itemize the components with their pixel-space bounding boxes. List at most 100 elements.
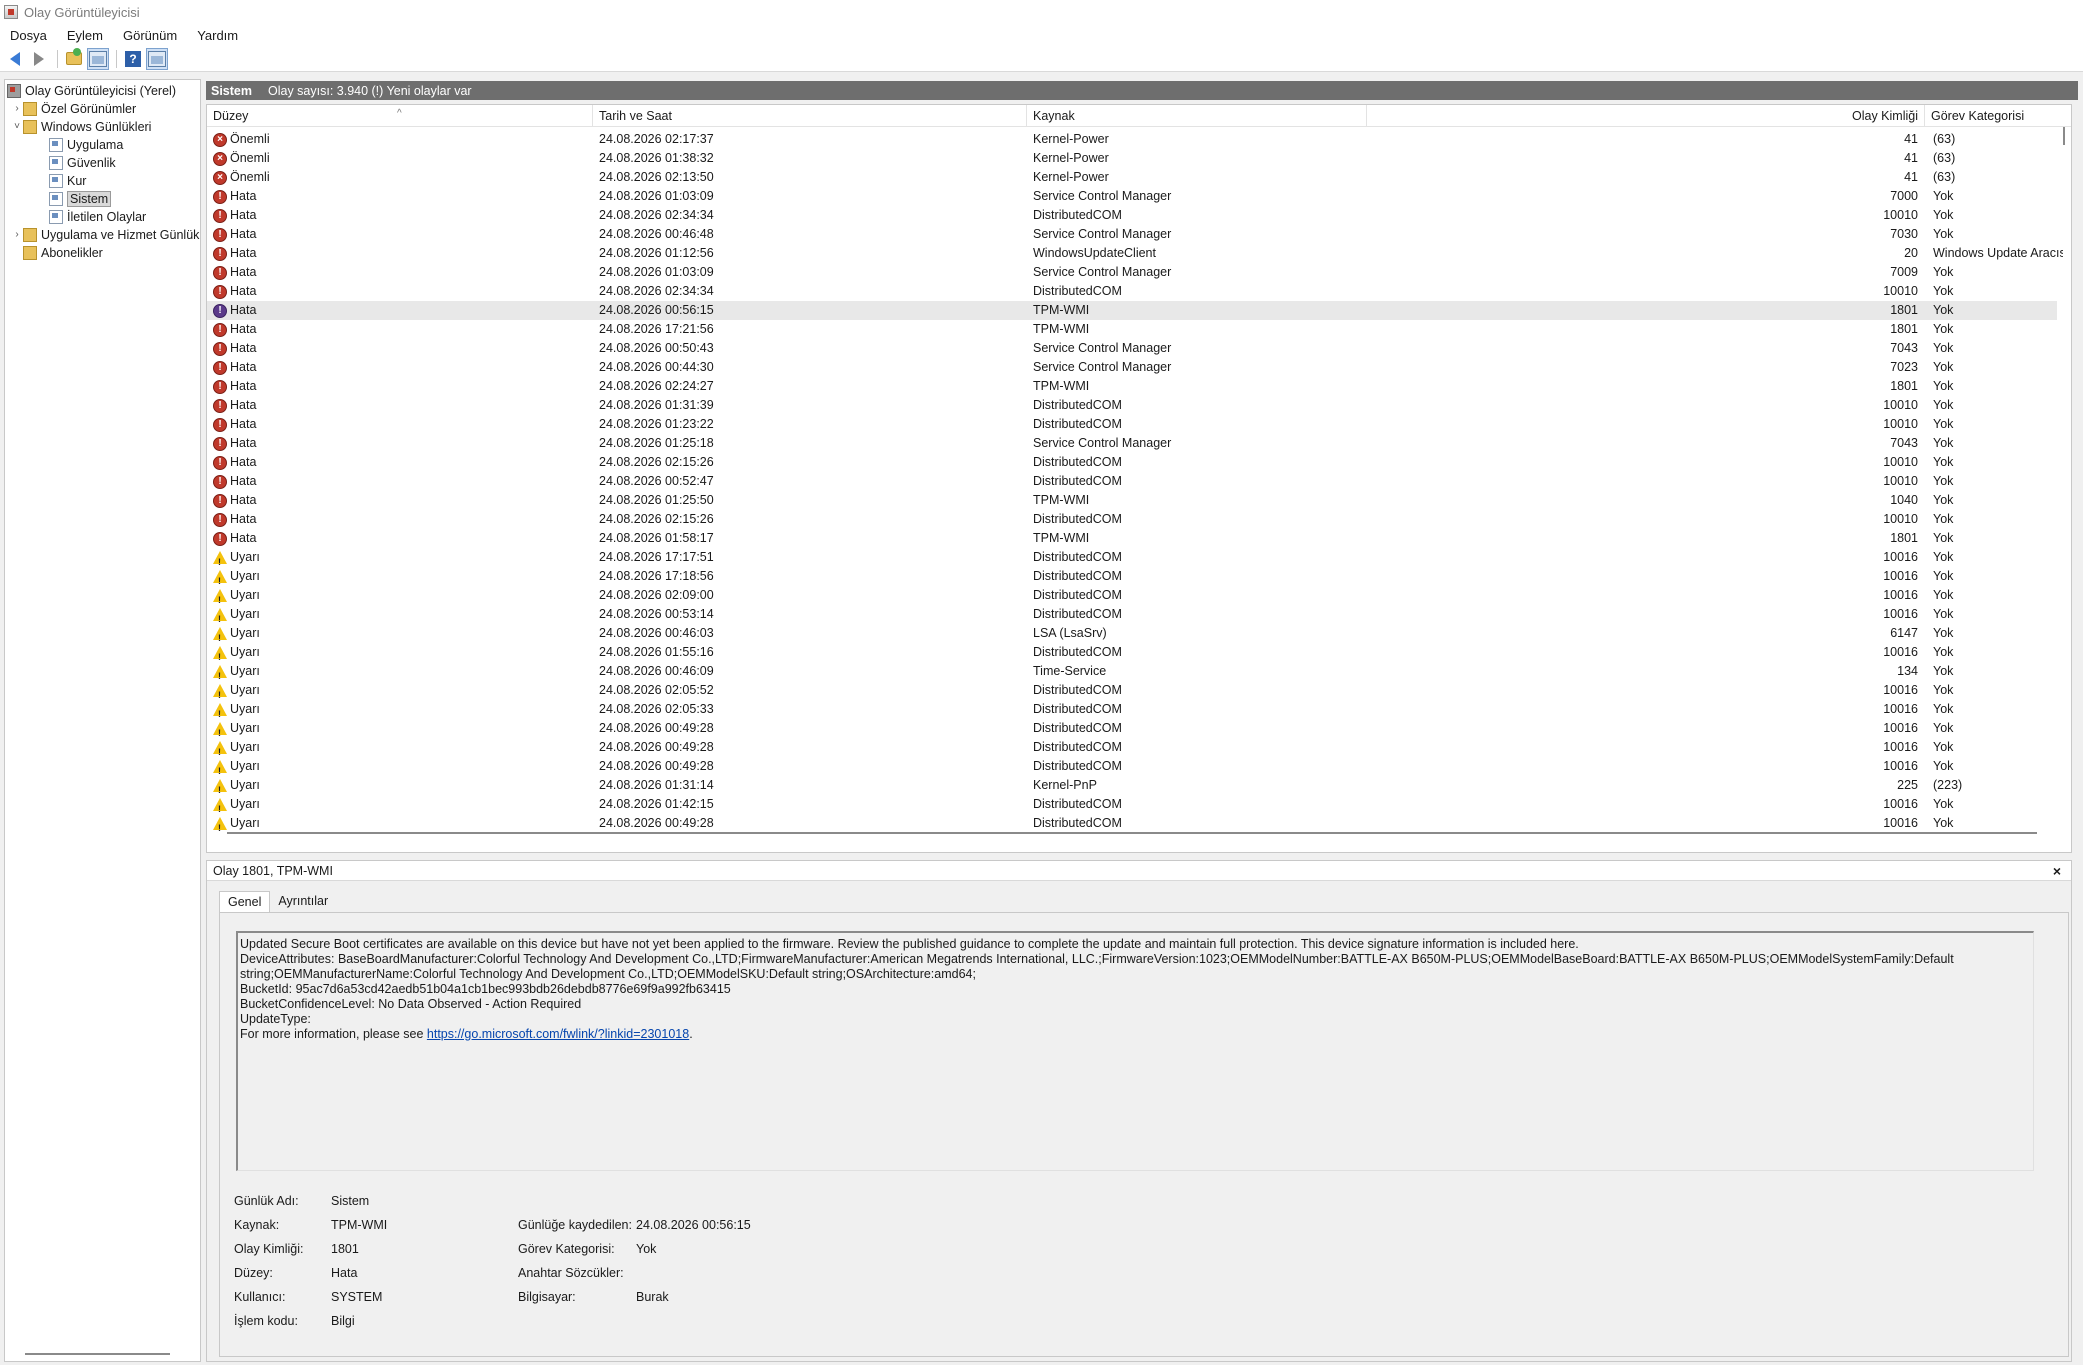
event-properties: Günlük Adı: Sistem Kaynak: TPM-WMI Günlü…: [234, 1194, 1134, 1344]
table-row[interactable]: ! Uyarı 24.08.2026 01:42:15 DistributedCOM 1…: [207, 795, 2057, 814]
table-row[interactable]: ! Uyarı 24.08.2026 02:09:00 DistributedCOM 1…: [207, 586, 2057, 605]
table-row[interactable]: ! Hata 24.08.2026 02:34:34 DistributedCOM 10…: [207, 282, 2057, 301]
menu-help[interactable]: Yardım: [197, 28, 238, 43]
show-hide-action-pane-button[interactable]: [146, 47, 168, 70]
table-row[interactable]: ! Hata 24.08.2026 01:58:17 TPM-WMI 1801 Yok: [207, 529, 2057, 548]
warning-icon: !: [213, 817, 227, 833]
tree-item-application[interactable]: Uygulama: [49, 136, 123, 153]
menu-view[interactable]: Görünüm: [123, 28, 177, 43]
table-row[interactable]: ! Hata 24.08.2026 00:56:15 TPM-WMI 1801 Yok: [207, 301, 2057, 320]
table-row[interactable]: ! Hata 24.08.2026 00:44:30 Service Control …: [207, 358, 2057, 377]
tree-item-forwarded-events[interactable]: İletilen Olaylar: [49, 208, 146, 225]
logged-value: 24.08.2026 00:56:15: [636, 1218, 751, 1232]
table-row[interactable]: ! Uyarı 24.08.2026 00:49:28 DistributedCOM 1…: [207, 719, 2057, 738]
table-row[interactable]: ! Uyarı 24.08.2026 00:46:09 Time-Service 134…: [207, 662, 2057, 681]
table-row[interactable]: ! Uyarı 24.08.2026 00:53:14 DistributedCOM 1…: [207, 605, 2057, 624]
forward-button[interactable]: [28, 48, 50, 70]
event-list-vertical-scrollbar[interactable]: [2063, 127, 2065, 145]
table-row[interactable]: ! Uyarı 24.08.2026 00:46:03 LSA (LsaSrv) 614…: [207, 624, 2057, 643]
table-row[interactable]: ! Hata 24.08.2026 02:15:26 DistributedCOM 10…: [207, 453, 2057, 472]
event-id-cell: 1040: [1890, 493, 1918, 507]
level-cell: ! Hata: [213, 415, 593, 434]
tree-item-system[interactable]: Sistem: [49, 190, 112, 207]
table-row[interactable]: ! Hata 24.08.2026 01:12:56 WindowsUpdateCli…: [207, 244, 2063, 263]
date-cell: 24.08.2026 02:34:34: [599, 284, 714, 298]
source-cell: Service Control Manager: [1033, 436, 1172, 450]
error-icon: !: [213, 208, 227, 223]
level-text: Hata: [230, 417, 257, 431]
table-row[interactable]: ! Hata 24.08.2026 01:03:09 Service Control …: [207, 187, 2057, 206]
error-icon: !: [213, 284, 227, 299]
source-cell: DistributedCOM: [1033, 398, 1122, 412]
error-icon: !: [213, 379, 227, 394]
column-level[interactable]: Düzey ^: [207, 105, 593, 127]
collapse-icon[interactable]: ˅: [11, 121, 23, 132]
category-cell: Yok: [1933, 550, 1954, 564]
table-row[interactable]: ! Hata 24.08.2026 00:46:48 Service Control …: [207, 225, 2057, 244]
tree-item-windows-logs[interactable]: ˅ Windows Günlükleri: [11, 118, 151, 135]
tree-item-setup[interactable]: Kur: [49, 172, 86, 189]
table-row[interactable]: ! Uyarı 24.08.2026 17:18:56 DistributedCOM 1…: [207, 567, 2057, 586]
category-cell: Yok: [1933, 284, 1954, 298]
table-row[interactable]: ! Hata 24.08.2026 01:23:22 DistributedCOM 10…: [207, 415, 2057, 434]
table-row[interactable]: ! Uyarı 24.08.2026 02:05:52 DistributedCOM 1…: [207, 681, 2057, 700]
category-cell: Yok: [1933, 379, 1954, 393]
level-cell: ! Hata: [213, 225, 593, 244]
table-row[interactable]: × Önemli 24.08.2026 02:17:37 Kernel-Power 41…: [207, 130, 2057, 149]
more-info-link[interactable]: https://go.microsoft.com/fwlink/?linkid=…: [427, 1027, 689, 1041]
column-event-id[interactable]: Olay Kimliği: [1367, 105, 1925, 127]
open-log-button[interactable]: [63, 48, 85, 70]
event-id-cell: 41: [1904, 151, 1918, 165]
table-row[interactable]: ! Hata 24.08.2026 00:50:43 Service Control …: [207, 339, 2057, 358]
date-cell: 24.08.2026 00:49:28: [599, 740, 714, 754]
table-row[interactable]: ! Uyarı 24.08.2026 17:17:51 DistributedCOM 1…: [207, 548, 2057, 567]
back-button[interactable]: [4, 48, 26, 70]
tab-details[interactable]: Ayrıntılar: [270, 891, 336, 913]
message-line: UpdateType:: [240, 1012, 311, 1026]
tree-item-custom-views[interactable]: › Özel Görünümler: [11, 100, 136, 117]
table-row[interactable]: ! Hata 24.08.2026 00:52:47 DistributedCOM 10…: [207, 472, 2057, 491]
table-row[interactable]: ! Hata 24.08.2026 02:34:34 DistributedCOM 10…: [207, 206, 2057, 225]
error-icon: !: [213, 436, 227, 451]
table-row[interactable]: ! Hata 24.08.2026 17:21:56 TPM-WMI 1801 Yok: [207, 320, 2057, 339]
table-row[interactable]: ! Uyarı 24.08.2026 02:05:33 DistributedCOM 1…: [207, 700, 2057, 719]
table-row[interactable]: ! Uyarı 24.08.2026 00:49:28 DistributedCOM 1…: [207, 757, 2057, 776]
event-id-cell: 20: [1904, 246, 1918, 260]
show-hide-tree-button[interactable]: [87, 47, 109, 70]
table-row[interactable]: ! Hata 24.08.2026 01:03:09 Service Control …: [207, 263, 2057, 282]
user-label: Kullanıcı:: [234, 1290, 286, 1304]
tree-item-subscriptions[interactable]: Abonelikler: [23, 244, 103, 261]
column-task-category[interactable]: Görev Kategorisi: [1925, 105, 2071, 127]
event-id-cell: 10016: [1883, 607, 1918, 621]
tree-item-security[interactable]: Güvenlik: [49, 154, 116, 171]
table-row[interactable]: ! Hata 24.08.2026 02:24:27 TPM-WMI 1801 Yok: [207, 377, 2057, 396]
help-button[interactable]: ?: [122, 48, 144, 70]
column-date[interactable]: Tarih ve Saat: [593, 105, 1027, 127]
table-row[interactable]: ! Hata 24.08.2026 01:25:50 TPM-WMI 1040 Yok: [207, 491, 2057, 510]
tab-general[interactable]: Genel: [219, 891, 271, 913]
date-cell: 24.08.2026 01:42:15: [599, 797, 714, 811]
expand-icon[interactable]: ›: [11, 229, 23, 240]
event-description[interactable]: Updated Secure Boot certificates are ava…: [236, 931, 2034, 1171]
table-row[interactable]: ! Uyarı 24.08.2026 01:55:16 DistributedCOM 1…: [207, 643, 2057, 662]
close-icon[interactable]: ×: [2053, 861, 2061, 881]
table-row[interactable]: ! Hata 24.08.2026 01:31:39 DistributedCOM 10…: [207, 396, 2057, 415]
menu-file[interactable]: Dosya: [10, 28, 47, 43]
table-row[interactable]: ! Uyarı 24.08.2026 00:49:28 DistributedCOM 1…: [207, 738, 2057, 757]
level-cell: × Önemli: [213, 168, 593, 187]
expand-icon[interactable]: ›: [11, 103, 23, 114]
tree-horizontal-scrollbar[interactable]: [25, 1353, 170, 1355]
column-source[interactable]: Kaynak: [1027, 105, 1367, 127]
table-row[interactable]: ! Uyarı 24.08.2026 00:49:28 DistributedCOM 1…: [207, 814, 2057, 833]
table-row[interactable]: ! Hata 24.08.2026 01:25:18 Service Control …: [207, 434, 2057, 453]
source-cell: Kernel-PnP: [1033, 778, 1097, 792]
table-row[interactable]: × Önemli 24.08.2026 02:13:50 Kernel-Power 41…: [207, 168, 2057, 187]
menu-action[interactable]: Eylem: [67, 28, 103, 43]
tree-item-root[interactable]: Olay Görüntüleyicisi (Yerel): [7, 82, 176, 99]
event-list-horizontal-scrollbar[interactable]: [227, 832, 2037, 834]
tree-item-app-service-logs[interactable]: › Uygulama ve Hizmet Günlük: [11, 226, 199, 243]
table-row[interactable]: × Önemli 24.08.2026 01:38:32 Kernel-Power 41…: [207, 149, 2057, 168]
table-row[interactable]: ! Uyarı 24.08.2026 01:31:14 Kernel-PnP 225 (2…: [207, 776, 2057, 795]
table-row[interactable]: ! Hata 24.08.2026 02:15:26 DistributedCOM 10…: [207, 510, 2057, 529]
logged-label: Günlüğe kaydedilen:: [518, 1218, 632, 1232]
